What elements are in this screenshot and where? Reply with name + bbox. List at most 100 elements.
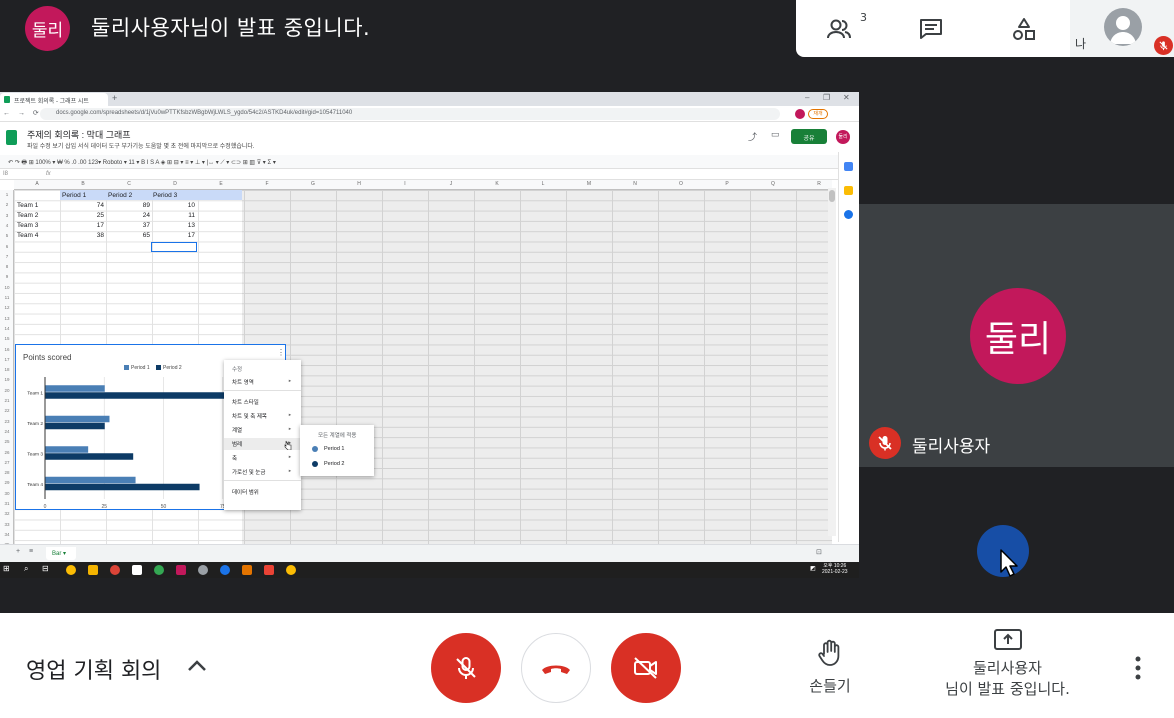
context-menu-header: 수정 — [232, 367, 243, 373]
chart-bar — [45, 453, 134, 460]
presenting-status[interactable]: 둘리사용자 님이 발표 중입니다. — [930, 628, 1085, 700]
sheet-scrollbar — [828, 188, 836, 536]
sheet-tab: Bar ▾ — [46, 547, 76, 560]
table-header-cell: Period 1 — [62, 192, 87, 199]
legend-label: Period 1 — [131, 365, 150, 371]
grid-shaded-area — [242, 190, 832, 578]
table-cell: 37 — [142, 222, 150, 229]
browser-profile-icon — [795, 109, 805, 119]
column-header: I — [404, 181, 406, 187]
trend-icon: ⤴ — [748, 132, 758, 142]
chart-more-icon: ⋮ — [277, 348, 285, 357]
participant-tile[interactable]: 둘리 둘리사용자 — [859, 204, 1174, 467]
row-header: 12 — [4, 305, 10, 311]
column-header: N — [633, 181, 637, 187]
mouse-cursor-icon — [1000, 549, 1018, 577]
participant-name: 둘리사용자 — [912, 437, 991, 457]
row-header: 32 — [4, 511, 10, 517]
new-tab-icon: + — [112, 93, 118, 103]
activities-button[interactable] — [989, 0, 1059, 57]
submenu-item: Period 1 — [324, 446, 345, 452]
chrome-icon — [154, 565, 164, 575]
windows-start-icon: ⊞ — [3, 564, 10, 573]
table-cell: 11 — [188, 212, 195, 219]
category-label: Team 4 — [27, 482, 43, 488]
row-header: 33 — [4, 521, 10, 527]
network-icon: ◩ — [810, 566, 816, 572]
sheet-tab-label: Bar — [52, 551, 62, 557]
browser-tab-strip: 프로젝트 회의록 - 그래프 시트 + – ❐ ✕ — [0, 92, 859, 106]
chevron-up-icon[interactable] — [186, 657, 208, 673]
row-header: 6 — [5, 243, 9, 249]
column-header: J — [449, 181, 453, 187]
column-header: Q — [771, 181, 775, 187]
chart-context-menu: 수정 차트 영역 ► 차트 스타일 차트 및 축 제목 ► 계열 ► 범례 ► 축 ► 가… — [224, 360, 301, 510]
table-cell: Team 4 — [17, 232, 39, 239]
header-row-highlight — [60, 190, 242, 200]
menu-item-label: 차트 영역 — [232, 380, 254, 386]
category-label: Team 2 — [27, 421, 43, 427]
person-icon — [1110, 16, 1136, 44]
table-cell: 25 — [96, 212, 104, 219]
column-headers: A B C D E F G H I J K L M N O P Q R — [14, 180, 832, 190]
explore-icon: ⊡ — [816, 549, 822, 556]
add-sheet-icon: + — [16, 548, 21, 555]
sheets-header: 주제의 회의록 : 막대 그래프 파일 수정 보기 삽입 서식 데이터 도구 부… — [0, 123, 859, 155]
legend-label: Period 2 — [163, 365, 182, 371]
share-button: 공유 — [791, 129, 827, 144]
menu-item-chart-style: 차트 스타일 — [232, 400, 259, 406]
table-cell: 17 — [96, 222, 104, 229]
people-button[interactable]: 3 — [808, 0, 878, 57]
row-header: 9 — [5, 274, 9, 280]
end-call-button[interactable] — [521, 633, 591, 703]
sheets-side-panel — [838, 152, 859, 542]
sheets-favicon-icon — [4, 96, 10, 103]
notion-icon — [132, 565, 142, 575]
row-header: 26 — [4, 449, 10, 455]
microphone-toggle-button[interactable] — [431, 633, 501, 703]
column-header: R — [817, 181, 821, 187]
mic-off-icon — [1159, 41, 1168, 51]
row-header: 13 — [4, 315, 10, 321]
table-cell: 10 — [187, 202, 195, 209]
browser-address-row: ← → ⟳ docs.google.com/spreadsheets/d/1jV… — [0, 106, 859, 122]
camera-toggle-button[interactable] — [611, 633, 681, 703]
category-label: Team 1 — [27, 390, 43, 396]
menu-item-label: 가로선 및 눈금 — [232, 470, 266, 476]
table-cell: 74 — [96, 202, 104, 209]
more-options-icon[interactable] — [1128, 655, 1148, 681]
series-dot-icon — [312, 461, 318, 467]
column-header: A — [35, 181, 39, 187]
table-cell: 38 — [96, 232, 104, 239]
chart-legend: Period 1 Period 2 — [119, 365, 182, 371]
chat-button[interactable] — [896, 0, 966, 57]
row-header: 8 — [5, 264, 9, 270]
column-header: B — [81, 181, 85, 187]
presenting-label-line2: 님이 발표 중입니다. — [945, 680, 1070, 698]
participant-mic-off-badge — [869, 427, 901, 459]
legend-swatch — [124, 365, 129, 371]
resume-badge: 재개 — [808, 109, 828, 119]
menu-item-series: 계열 ► — [232, 426, 298, 434]
column-header: E — [219, 181, 223, 187]
table-cell: 89 — [142, 202, 150, 209]
people-icon — [827, 19, 851, 38]
meeting-controls-bar: 영업 기획 회의 손들기 둘리사용자 님이 발표 중입니다. — [0, 613, 1174, 718]
browser-nav-icons: ← → ⟳ — [3, 110, 42, 117]
menu-item-chart-axis-titles: 차트 및 축 제목 ► — [232, 412, 298, 420]
cell-reference: I8 — [3, 171, 9, 177]
row-header: 20 — [4, 387, 10, 393]
raise-hand-button[interactable]: 손들기 — [790, 638, 870, 696]
chart-bar — [45, 476, 136, 484]
sheet-tab-bar: + ≡ Bar ▾ ⊡ — [0, 544, 859, 562]
chart-bar — [45, 446, 89, 453]
row-header: 17 — [4, 356, 10, 362]
row-header: 21 — [4, 398, 10, 403]
tasks-icon — [844, 210, 853, 219]
legend-swatch — [156, 365, 162, 371]
clock-date: 2021-02-23 — [822, 569, 848, 575]
submenu-header: 모든 계열에 적용 — [318, 433, 357, 439]
menu-item-label: 차트 및 축 제목 — [232, 414, 267, 420]
row-header: 25 — [4, 439, 10, 445]
table-cell: Team 1 — [17, 202, 39, 209]
